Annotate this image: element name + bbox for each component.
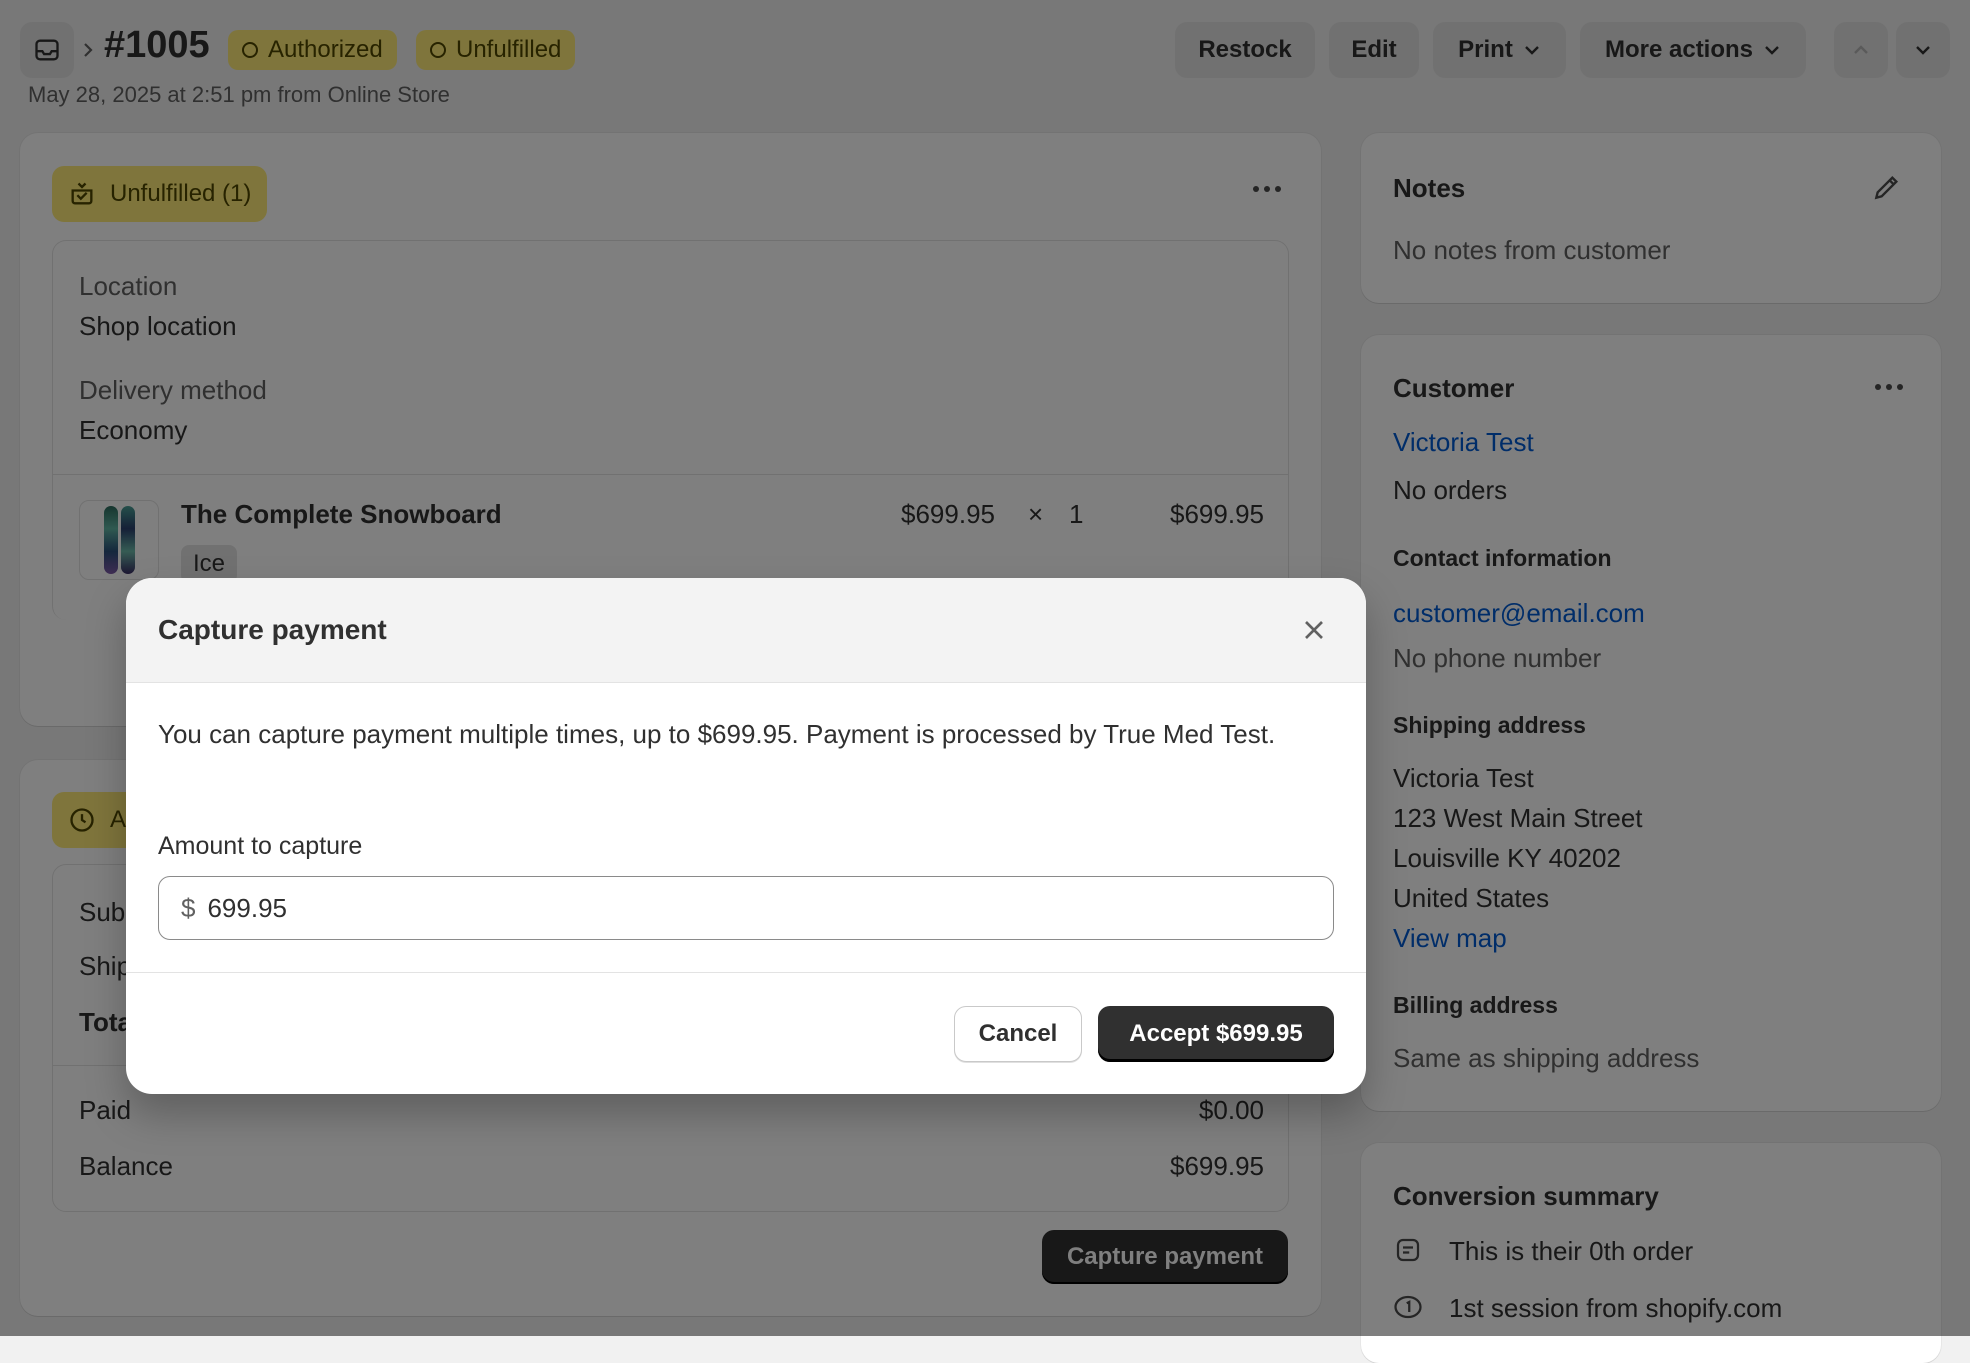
amount-input[interactable]: $ 699.95 xyxy=(158,876,1334,940)
accept-button[interactable]: Accept $699.95 xyxy=(1098,1006,1334,1062)
capture-payment-modal: Capture payment You can capture payment … xyxy=(126,578,1366,1094)
amount-value: 699.95 xyxy=(207,892,287,923)
modal-title: Capture payment xyxy=(158,614,387,645)
cancel-button[interactable]: Cancel xyxy=(954,1006,1082,1062)
modal-description: You can capture payment multiple times, … xyxy=(158,719,1276,749)
divider xyxy=(126,972,1366,973)
currency-prefix: $ xyxy=(181,892,196,923)
close-icon[interactable] xyxy=(1298,614,1330,646)
amount-label: Amount to capture xyxy=(158,832,363,860)
